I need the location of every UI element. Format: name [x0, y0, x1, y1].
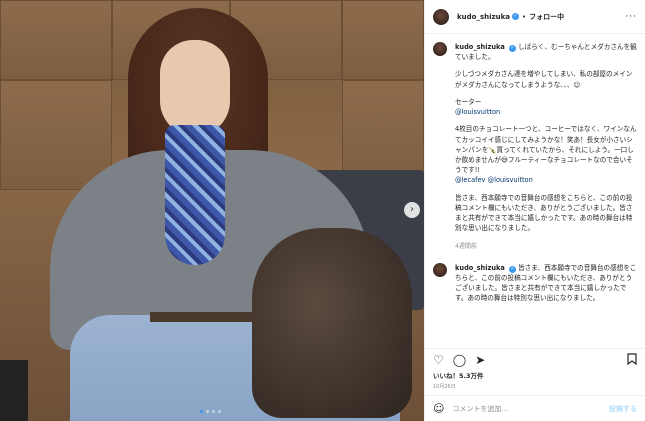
- avatar[interactable]: [433, 42, 447, 56]
- caption-para3: 4枚目のチョコレート一つと、コーヒーではなく、ワインなんてカッコイイ感じにしてみ…: [455, 125, 637, 175]
- action-bar: ♡ ◯ ➤: [425, 348, 645, 370]
- comments-panel[interactable]: kudo_shizuka ✓ しばらく、むーちゃんとメダカさんを観ていました。 …: [425, 34, 645, 348]
- caption-para2: 少しづつメダカさん達を増やしてしまい、私の部屋のメインがメダカさんになってしまう…: [455, 70, 633, 89]
- reply-username[interactable]: kudo_shizuka: [455, 264, 505, 272]
- wall-panel: [0, 80, 112, 190]
- verified-icon: ✓: [508, 265, 516, 273]
- bookmark-icon[interactable]: [627, 352, 637, 367]
- post-comment-button[interactable]: 投稿する: [609, 404, 637, 414]
- carousel-dots: [200, 410, 221, 413]
- post-sidebar: kudo_shizuka ✓ • フォロー中 ··· kudo_shizuka …: [424, 0, 645, 421]
- emoji-icon[interactable]: ☺: [433, 402, 444, 415]
- dog: [252, 228, 412, 418]
- wall-panel: [342, 0, 424, 80]
- verified-icon: ✓: [511, 13, 519, 20]
- carousel-next-icon[interactable]: ›: [404, 202, 420, 218]
- caption-username[interactable]: kudo_shizuka: [455, 43, 505, 51]
- reply-entry: kudo_shizuka ✓ 皆さま、西本願寺での音舞台の感想をこちらと、この前…: [433, 262, 637, 304]
- caption-entry: kudo_shizuka ✓ しばらく、むーちゃんとメダカさんを観ていました。 …: [433, 42, 637, 251]
- blouse: [165, 125, 225, 265]
- mention-link[interactable]: @louisvuitton: [455, 108, 500, 116]
- likes-count[interactable]: いいね！5.3万件: [425, 370, 645, 380]
- carousel-dot: [218, 410, 221, 413]
- caption-sweater-label: セーター: [455, 97, 482, 106]
- comment-composer: ☺ 投稿する: [425, 395, 645, 421]
- carousel-dot: [206, 410, 209, 413]
- caption-para4: 皆さま、西本願寺での音舞台の感想をこちらと、この前の投稿コメント欄にもいただき、…: [455, 193, 633, 233]
- mention-link[interactable]: @lecafev: [455, 176, 485, 184]
- avatar[interactable]: [433, 8, 449, 25]
- mention-link[interactable]: @louisvuitton: [488, 176, 533, 184]
- comment-input[interactable]: [452, 404, 601, 413]
- person-face: [160, 40, 230, 136]
- carousel-dot: [200, 410, 203, 413]
- post-header: kudo_shizuka ✓ • フォロー中 ···: [425, 0, 645, 34]
- comment-icon[interactable]: ◯: [453, 354, 466, 366]
- post-photo[interactable]: ›: [0, 0, 424, 421]
- carousel-dot: [212, 410, 215, 413]
- caption-age: 4週間前: [455, 242, 477, 250]
- wall-panel: [0, 0, 112, 80]
- reply-body: kudo_shizuka ✓ 皆さま、西本願寺での音舞台の感想をこちらと、この前…: [455, 263, 637, 304]
- avatar[interactable]: [433, 262, 447, 277]
- following-button[interactable]: フォロー中: [529, 12, 564, 22]
- heart-icon[interactable]: ♡: [433, 354, 444, 366]
- caption-body: kudo_shizuka ✓ しばらく、むーちゃんとメダカさんを観ていました。 …: [455, 42, 637, 251]
- instagram-post: › kudo_shizuka ✓ • フォロー中 ··· kudo_shizuk…: [0, 0, 645, 421]
- more-horizontal-icon[interactable]: ···: [625, 12, 637, 22]
- verified-icon: ✓: [508, 45, 516, 52]
- separator: •: [521, 12, 527, 21]
- username-link[interactable]: kudo_shizuka: [457, 13, 510, 21]
- paper-plane-icon[interactable]: ➤: [475, 354, 485, 366]
- post-date: 10月26日: [433, 384, 456, 390]
- chair-arm: [0, 360, 28, 421]
